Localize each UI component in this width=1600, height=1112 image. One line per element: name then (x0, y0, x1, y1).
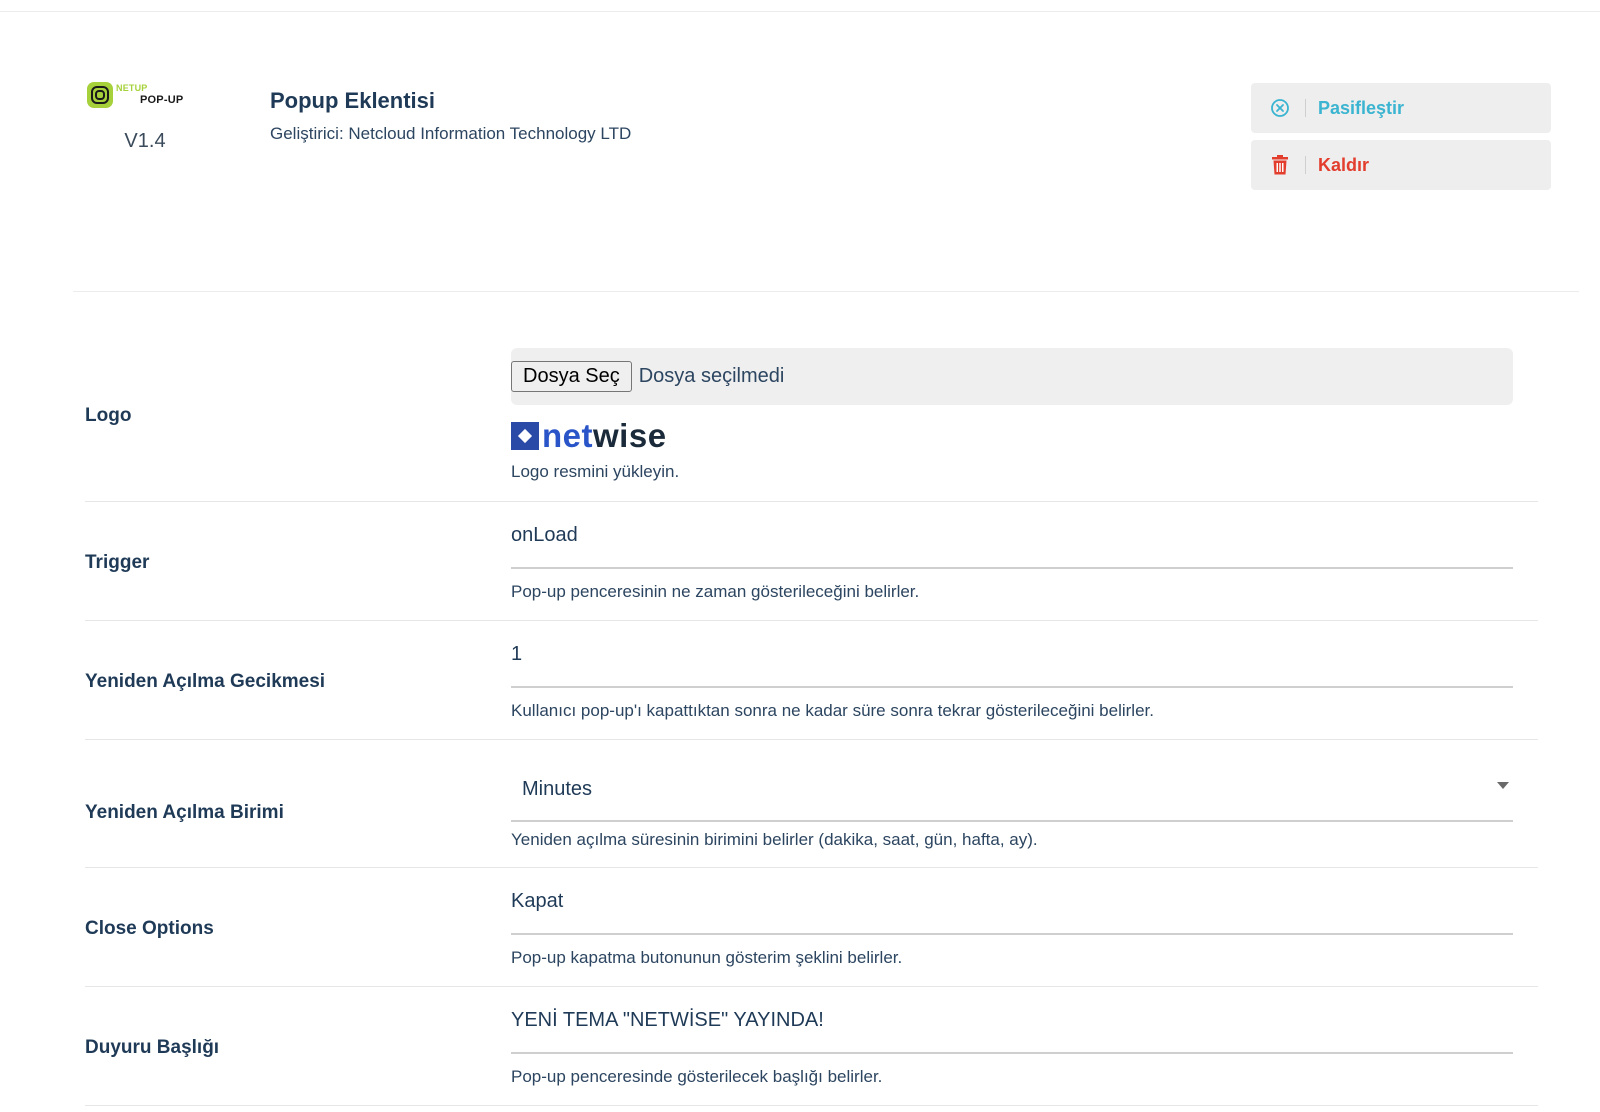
setting-help: Pop-up penceresinde gösterilecek başlığı… (511, 1067, 883, 1086)
plugin-header: NETUP POP-UP V1.4 Popup Eklentisi Gelişt… (0, 0, 1600, 290)
setting-row-reopen-delay: Yeniden Açılma Gecikmesi 1 Kullanıcı pop… (85, 621, 1538, 740)
setting-row-announcement-title: Duyuru Başlığı YENİ TEMA "NETWİSE" YAYIN… (85, 987, 1538, 1106)
settings-form: Logo Dosya Seç Dosya seçilmedi net wise … (85, 340, 1538, 1106)
netwise-mark-icon (511, 422, 539, 450)
logo-preview-text-a: net (542, 417, 593, 454)
logo-preview-text-b: wise (593, 417, 667, 454)
plugin-title: Popup Eklentisi (270, 88, 436, 113)
close-options-input[interactable]: Kapat (511, 890, 563, 913)
setting-label: Trigger (85, 552, 150, 573)
setting-row-close-options: Close Options Kapat Pop-up kapatma buton… (85, 868, 1538, 987)
choose-file-button[interactable]: Dosya Seç (511, 361, 632, 392)
reopen-unit-select[interactable]: Minutes (522, 778, 592, 801)
button-separator (1305, 99, 1306, 117)
setting-label: Duyuru Başlığı (85, 1037, 220, 1058)
button-separator (1305, 156, 1306, 174)
plugin-developer: Geliştirici: Netcloud Information Techno… (270, 124, 632, 143)
setting-help: Pop-up kapatma butonunun gösterim şeklin… (511, 948, 903, 967)
setting-label: Yeniden Açılma Birimi (85, 802, 284, 823)
deactivate-button[interactable]: Pasifleştir (1251, 83, 1551, 133)
setting-help: Kullanıcı pop-up'ı kapattıktan sonra ne … (511, 701, 1154, 720)
setting-label: Logo (85, 405, 132, 426)
logo-text-top: NETUP (116, 83, 148, 93)
setting-help: Pop-up penceresinin ne zaman gösterilece… (511, 582, 920, 601)
setting-help: Yeniden açılma süresinin birimini belirl… (511, 830, 1038, 849)
trash-icon (1269, 154, 1291, 176)
remove-button[interactable]: Kaldır (1251, 140, 1551, 190)
input-underline (511, 686, 1513, 688)
plugin-version: V1.4 (124, 130, 166, 152)
file-input[interactable]: Dosya Seç Dosya seçilmedi (511, 348, 1513, 405)
setting-row-trigger: Trigger onLoad Pop-up penceresinin ne za… (85, 502, 1538, 621)
remove-label: Kaldır (1318, 154, 1370, 175)
input-underline (511, 567, 1513, 569)
header-divider (73, 291, 1579, 292)
input-underline (511, 933, 1513, 935)
file-status: Dosya seçilmedi (638, 365, 785, 387)
plugin-logo: NETUP POP-UP (87, 82, 187, 110)
logo-text-bottom: POP-UP (140, 94, 184, 106)
announcement-title-input[interactable]: YENİ TEMA "NETWİSE" YAYINDA! (511, 1009, 824, 1032)
setting-row-logo: Logo Dosya Seç Dosya seçilmedi net wise … (85, 340, 1538, 502)
setting-label: Yeniden Açılma Gecikmesi (85, 671, 326, 692)
setting-label: Close Options (85, 918, 214, 939)
deactivate-label: Pasifleştir (1318, 97, 1405, 118)
setting-help: Logo resmini yükleyin. (511, 462, 680, 481)
trigger-input[interactable]: onLoad (511, 524, 578, 547)
reopen-delay-input[interactable]: 1 (511, 643, 522, 666)
input-underline (511, 820, 1513, 822)
logo-preview: net wise (511, 417, 667, 454)
circle-x-icon (1269, 97, 1291, 119)
chevron-down-icon[interactable] (1497, 782, 1509, 789)
netup-logo-icon (87, 82, 113, 108)
input-underline (511, 1052, 1513, 1054)
setting-row-reopen-unit: Yeniden Açılma Birimi Minutes Yeniden aç… (85, 740, 1538, 868)
